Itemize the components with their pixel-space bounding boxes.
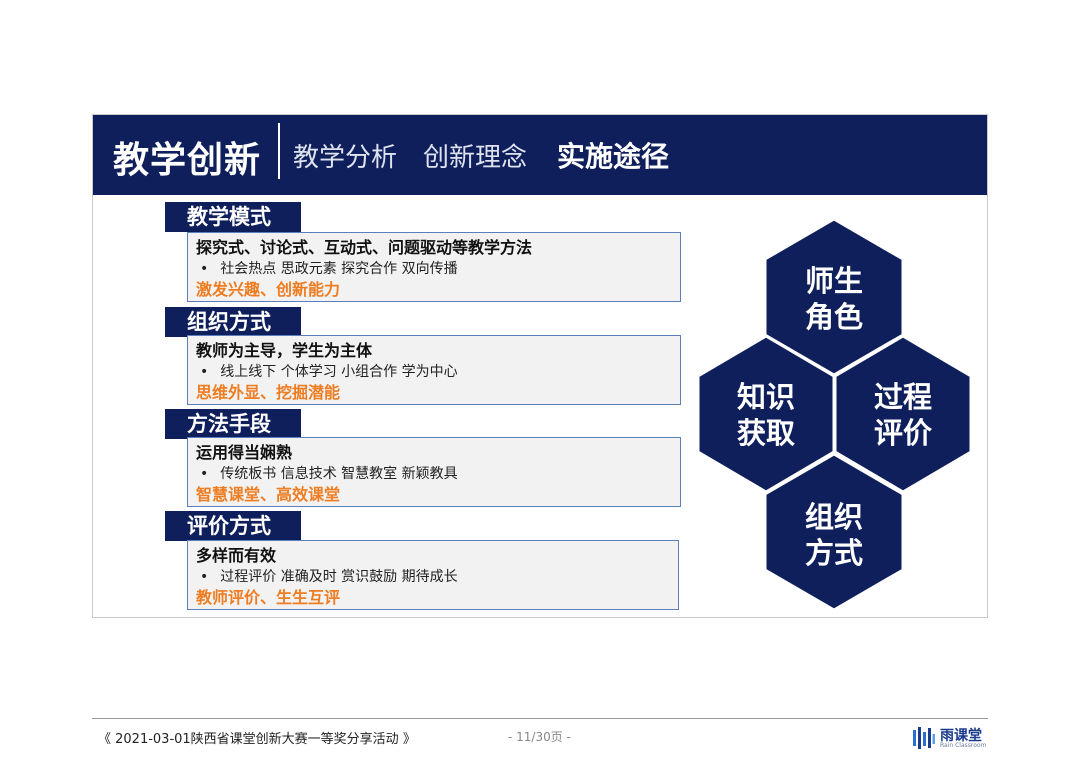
slide-title: 教学创新 (113, 140, 262, 181)
section-box-evaluation: 多样而有效 • 过程评价 准确及时 赏识鼓励 期待成长 教师评价、生生互评 (187, 540, 679, 610)
section-tag-methods: 方法手段 (165, 409, 301, 439)
section-main-line: 运用得当娴熟 (196, 443, 293, 462)
nav-item-concept: 创新理念 (423, 143, 528, 173)
hexagon-label-knowledge: 知识 获取 (711, 379, 821, 451)
section-highlight-line: 教师评价、生生互评 (196, 588, 341, 607)
hexagon-label-line: 获取 (736, 416, 795, 450)
hexagon-label-line: 角色 (804, 300, 863, 334)
section-main-line: 多样而有效 (196, 546, 277, 565)
hexagon-label-line: 师生 (804, 264, 863, 298)
slide-header: 教学创新 教学分析 创新理念 实施途径 (93, 115, 987, 195)
hexagon-label-organization: 组织 方式 (779, 499, 889, 571)
nav-item-analysis: 教学分析 (293, 143, 398, 173)
hexagon-label-line: 评价 (873, 416, 932, 450)
bullet-icon: • (200, 364, 209, 380)
section-main-line: 探究式、讨论式、互动式、问题驱动等教学方法 (196, 238, 533, 257)
bullet-icon: • (200, 569, 209, 585)
bullet-icon: • (200, 466, 209, 482)
section-bullet-text: 线上线下 个体学习 小组合作 学为中心 (220, 364, 458, 380)
section-box-organization: 教师为主导，学生为主体 • 线上线下 个体学习 小组合作 学为中心 思维外显、挖掘… (187, 335, 681, 405)
section-bullet-text: 传统板书 信息技术 智慧教室 新颖教具 (220, 466, 458, 482)
logo-subtitle: Rain Classroom (940, 742, 987, 749)
hexagon-label-process-eval: 过程 评价 (848, 379, 958, 451)
footer-divider (92, 718, 988, 719)
section-main-line: 教师为主导，学生为主体 (196, 341, 373, 360)
hexagon-label-line: 知识 (736, 380, 795, 414)
hexagon-cluster: 师生 角色 知识 获取 过程 评价 组织 方式 (698, 219, 978, 614)
nav-item-implementation-active: 实施途径 (557, 140, 670, 173)
slide: 教学创新 教学分析 创新理念 实施途径 教学模式 探究式、讨论式、互动式、问题驱… (92, 114, 988, 618)
hexagon-label-teacher-student: 师生 角色 (779, 263, 889, 335)
section-highlight-line: 思维外显、挖掘潜能 (196, 383, 341, 402)
hexagon-label-line: 方式 (804, 536, 863, 570)
footer-source-title: 《 2021-03-01陕西省课堂创新大赛一等奖分享活动 》 (98, 732, 416, 747)
rain-classroom-logo: 雨课堂 Rain Classroom (912, 724, 992, 752)
section-bullet-line: • 传统板书 信息技术 智慧教室 新颖教具 (196, 464, 672, 484)
section-bullet-text: 社会热点 思政元素 探究合作 双向传播 (220, 261, 458, 277)
section-highlight-line: 激发兴趣、创新能力 (196, 280, 341, 299)
hexagon-label-line: 组织 (804, 500, 863, 534)
section-tag-teaching-mode: 教学模式 (165, 202, 301, 232)
section-tag-evaluation: 评价方式 (165, 511, 301, 541)
section-bullet-line: • 过程评价 准确及时 赏识鼓励 期待成长 (196, 567, 670, 587)
section-bullet-text: 过程评价 准确及时 赏识鼓励 期待成长 (220, 569, 458, 585)
bullet-icon: • (200, 261, 209, 277)
header-divider (278, 123, 280, 179)
section-box-teaching-mode: 探究式、讨论式、互动式、问题驱动等教学方法 • 社会热点 思政元素 探究合作 双向… (187, 232, 681, 302)
section-box-methods: 运用得当娴熟 • 传统板书 信息技术 智慧教室 新颖教具 智慧课堂、高效课堂 (187, 437, 681, 507)
section-bullet-line: • 线上线下 个体学习 小组合作 学为中心 (196, 362, 672, 382)
section-highlight-line: 智慧课堂、高效课堂 (196, 485, 341, 504)
rain-classroom-logo-icon (913, 727, 935, 749)
section-tag-organization: 组织方式 (165, 307, 301, 337)
hexagon-label-line: 过程 (873, 380, 932, 414)
page-number: - 11/30页 - (508, 730, 571, 744)
section-bullet-line: • 社会热点 思政元素 探究合作 双向传播 (196, 259, 672, 279)
